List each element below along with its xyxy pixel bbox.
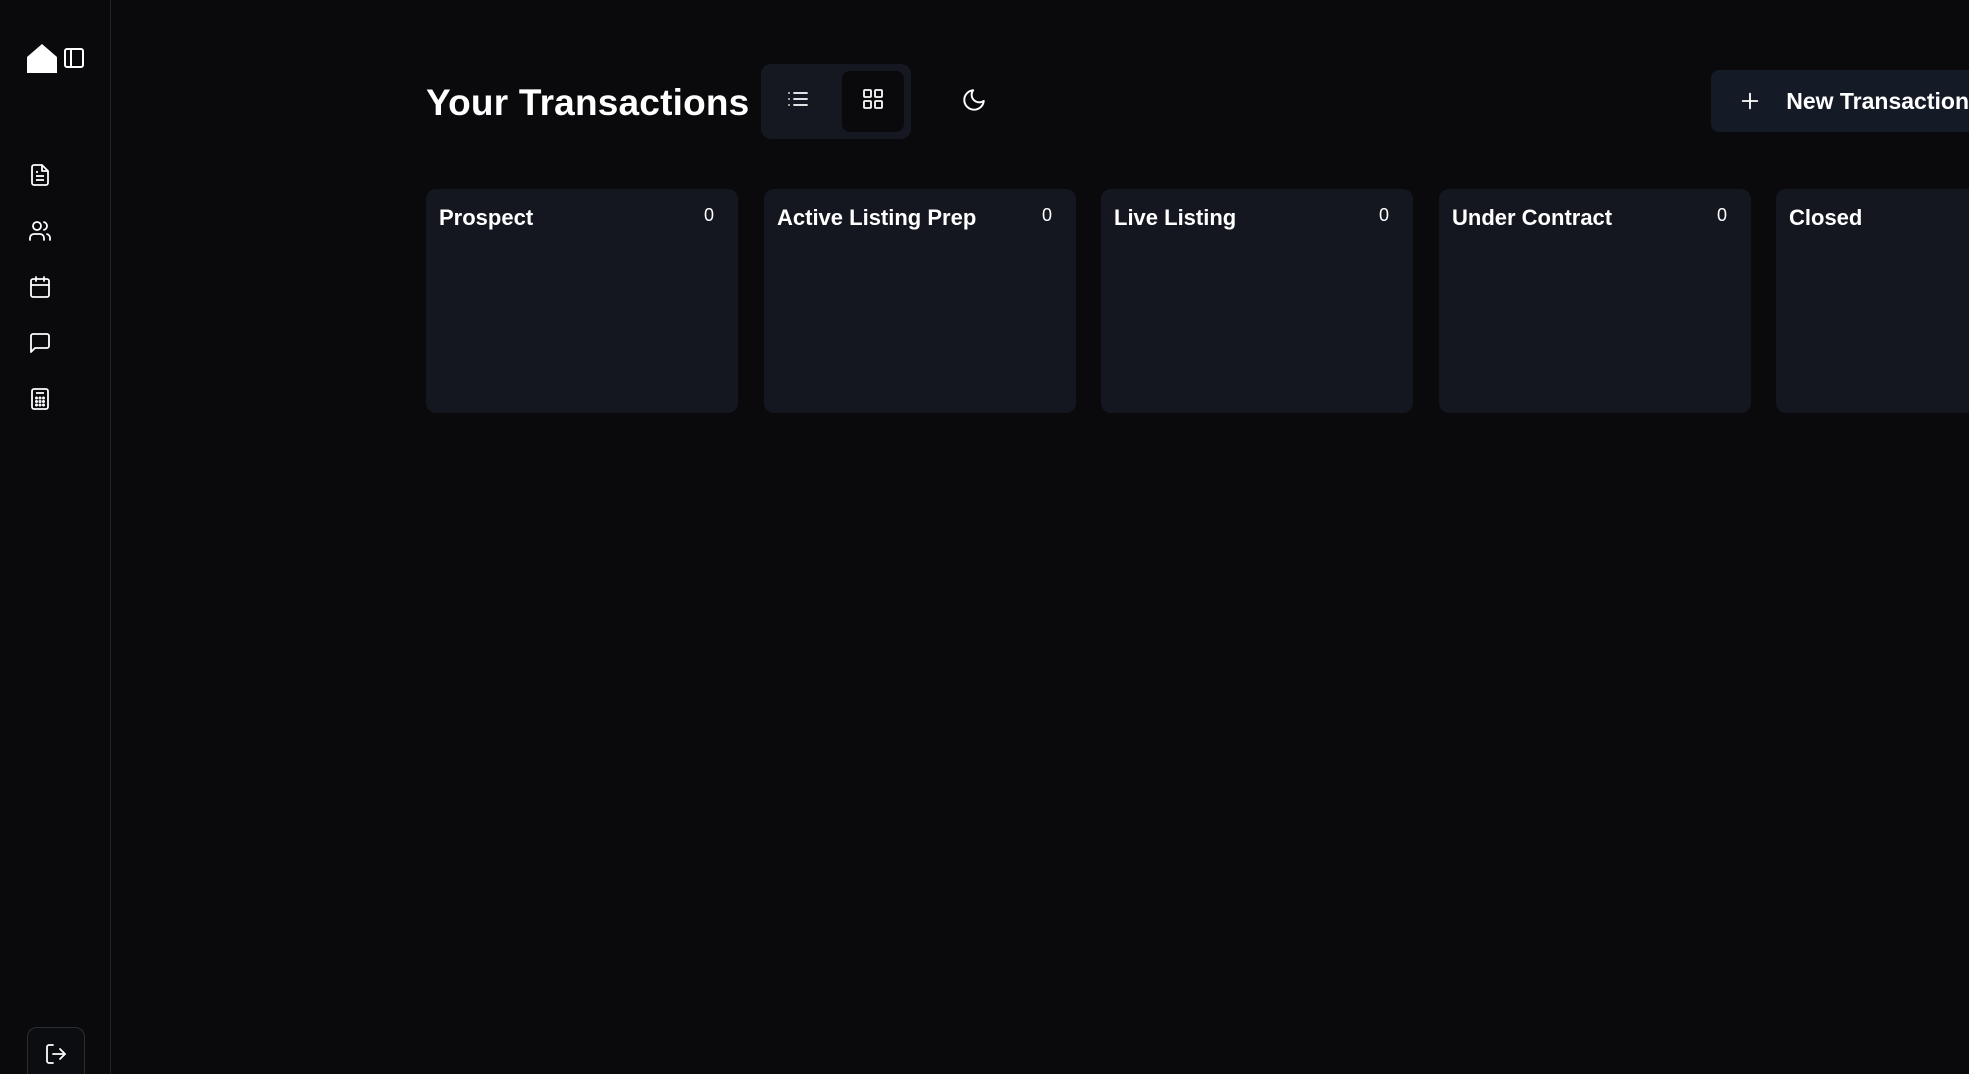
new-transaction-button[interactable]: New Transaction <box>1711 70 1969 132</box>
column-closed[interactable]: Closed <box>1776 189 1969 413</box>
column-title: Live Listing <box>1114 205 1237 230</box>
chat-icon <box>28 331 52 355</box>
grid-icon <box>861 87 885 116</box>
column-title: Prospect <box>439 205 534 230</box>
nav-calculator[interactable] <box>26 385 54 413</box>
nav-documents[interactable] <box>26 161 54 189</box>
column-prospect[interactable]: Prospect 0 <box>426 189 738 413</box>
page-title: Your Transactions <box>426 82 750 123</box>
brand <box>26 42 86 74</box>
column-under-contract[interactable]: Under Contract 0 <box>1439 189 1751 413</box>
column-count: 0 <box>1378 205 1389 225</box>
app: Your Transactions New Transaction Prospe… <box>0 0 1969 1074</box>
calendar-icon <box>28 275 52 299</box>
document-icon <box>28 163 52 187</box>
column-count: 0 <box>703 205 714 225</box>
column-title: Under Contract <box>1452 205 1613 230</box>
logout-button[interactable] <box>27 1027 85 1074</box>
plus-icon <box>1738 89 1761 113</box>
sidebar-toggle-icon[interactable] <box>62 46 86 70</box>
users-icon <box>28 219 52 243</box>
column-count: 0 <box>1041 205 1052 225</box>
nav-calendar[interactable] <box>26 273 54 301</box>
view-toggle <box>761 64 911 139</box>
list-view-button[interactable] <box>767 71 829 132</box>
moon-icon <box>961 87 987 118</box>
column-active-listing-prep[interactable]: Active Listing Prep 0 <box>764 189 1076 413</box>
grid-view-button[interactable] <box>842 71 904 132</box>
column-count: 0 <box>1716 205 1727 225</box>
nav-messages[interactable] <box>26 329 54 357</box>
logout-icon <box>44 1042 68 1071</box>
sidebar <box>0 0 111 1074</box>
theme-toggle-button[interactable] <box>950 78 998 126</box>
new-transaction-label: New Transaction <box>1786 87 1969 114</box>
column-title: Closed <box>1789 205 1863 230</box>
column-live-listing[interactable]: Live Listing 0 <box>1101 189 1413 413</box>
calculator-icon <box>28 387 52 411</box>
nav-contacts[interactable] <box>26 217 54 245</box>
home-icon[interactable] <box>26 42 58 74</box>
column-title: Active Listing Prep <box>777 205 977 230</box>
list-icon <box>786 87 810 116</box>
